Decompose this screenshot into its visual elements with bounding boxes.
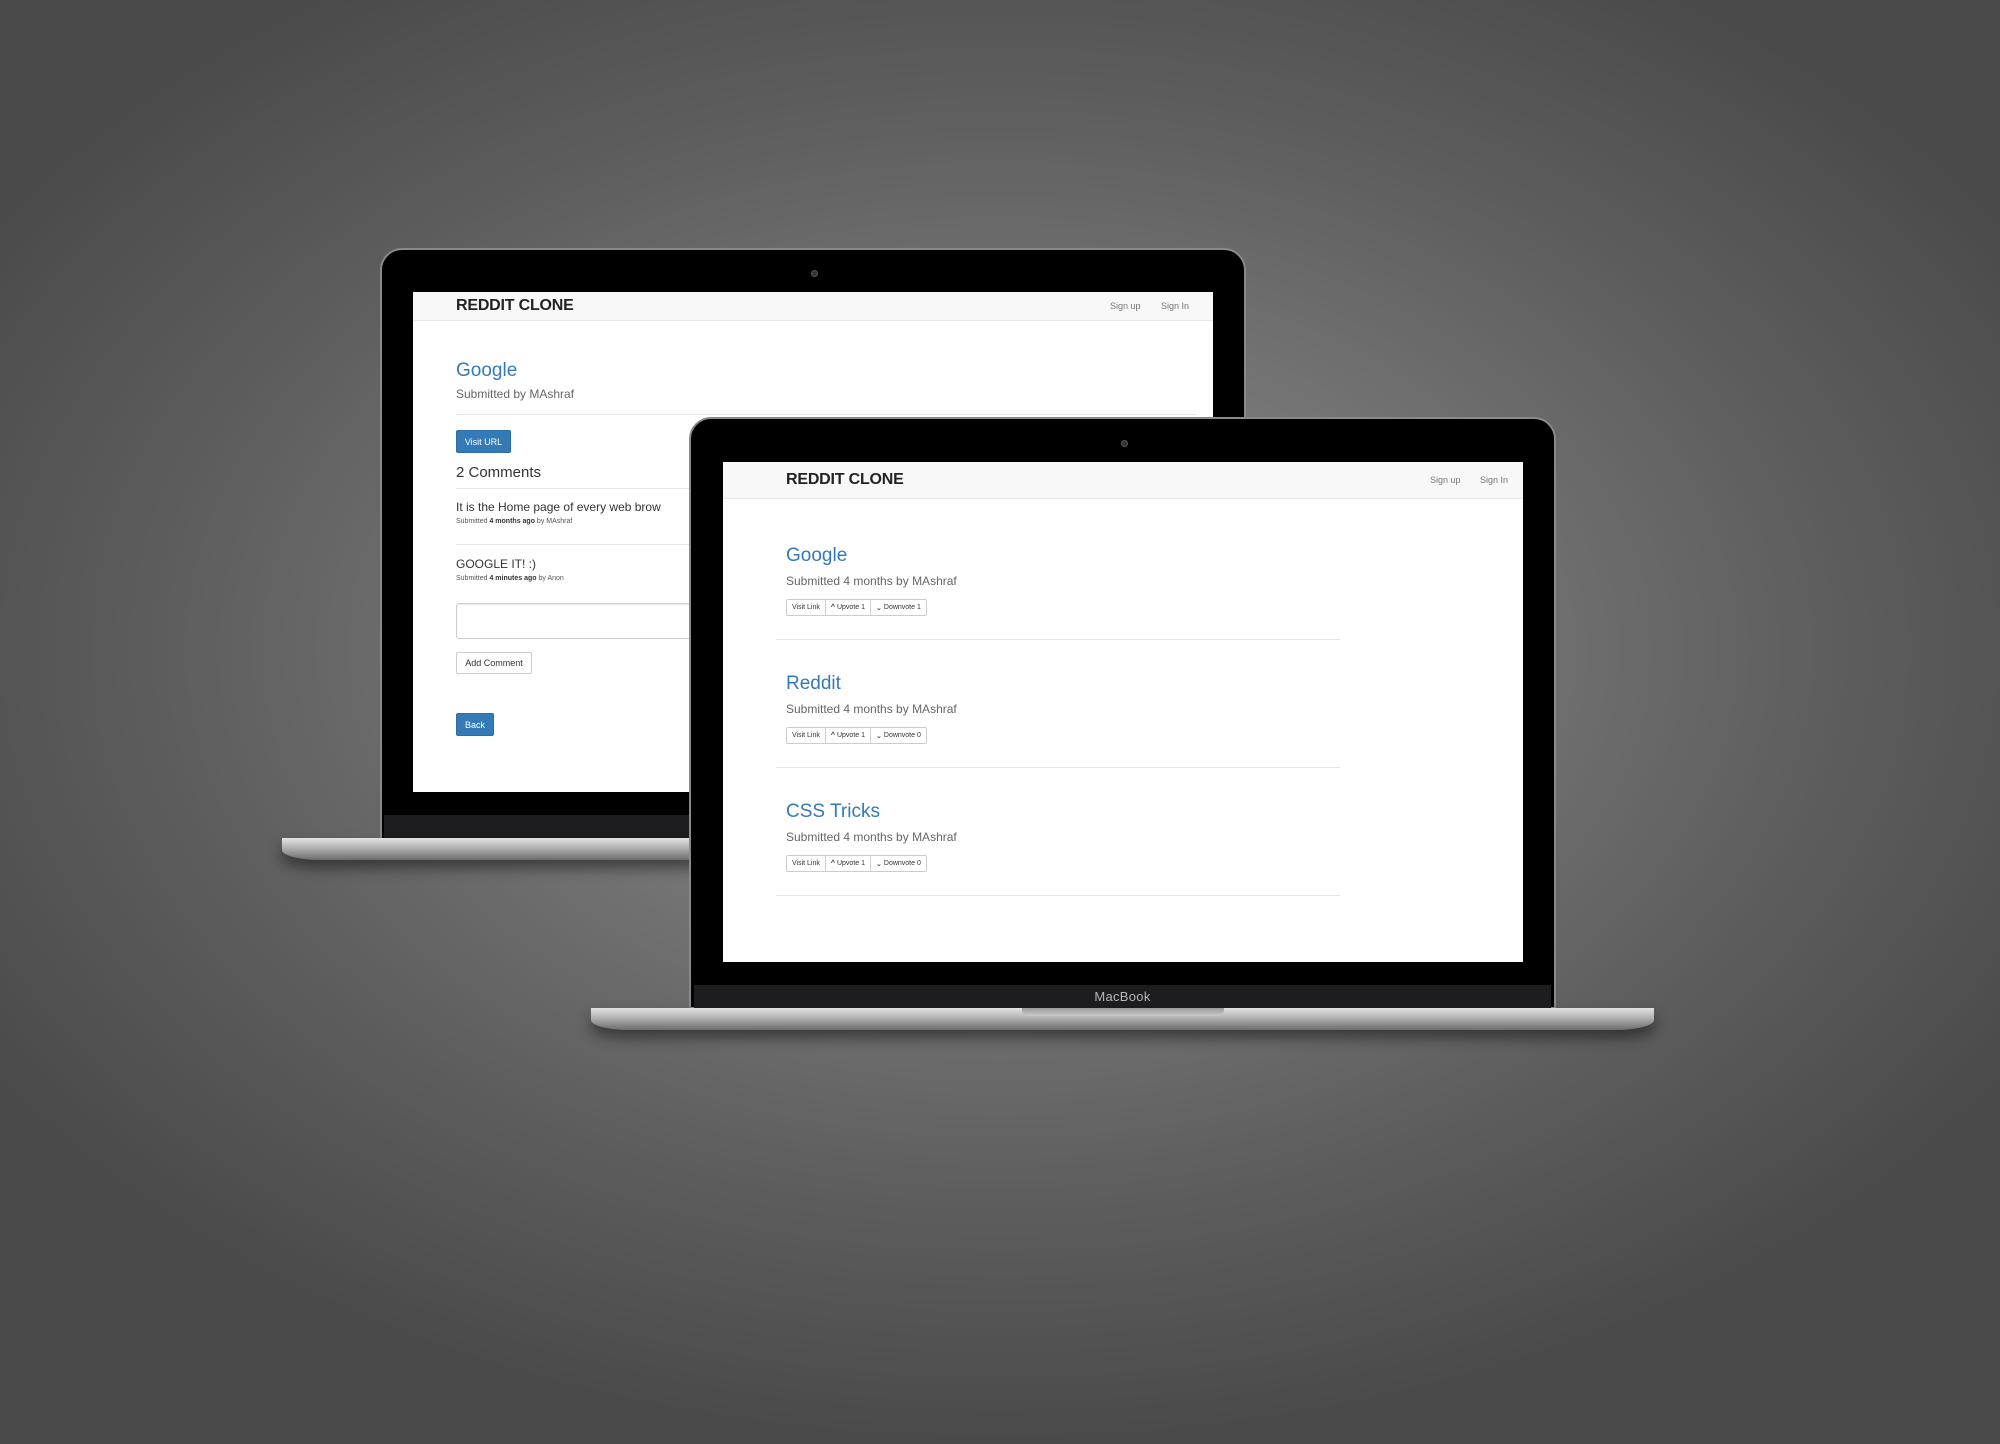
post-title[interactable]: Reddit xyxy=(786,673,841,695)
upvote-label: Upvote 1 xyxy=(836,860,866,867)
comment-meta: Submitted 4 minutes ago by Anon xyxy=(456,575,564,582)
comment-body: GOOGLE IT! :) xyxy=(456,557,537,571)
downvote-label: Downvote 1 xyxy=(883,604,921,611)
post-actions: Visit Link ^ Upvote 1 ⌄ Downvote 0 xyxy=(786,855,927,872)
downvote-button[interactable]: ⌄ Downvote 1 xyxy=(870,599,927,616)
visit-link-button[interactable]: Visit Link xyxy=(786,727,826,744)
post-divider xyxy=(776,767,1340,768)
chevron-down-icon: ⌄ xyxy=(876,732,882,740)
post-meta: Submitted 4 months by MAshraf xyxy=(786,574,957,588)
sign-up-link[interactable]: Sign up xyxy=(1110,301,1141,311)
navbar: REDDIT CLONE Sign up Sign In xyxy=(413,292,1213,321)
comments-heading: 2 Comments xyxy=(456,464,542,481)
upvote-label: Upvote 1 xyxy=(836,732,866,739)
post-meta: Submitted 4 months by MAshraf xyxy=(786,702,957,716)
front-laptop-chin: MacBook xyxy=(694,985,1551,1009)
post-title[interactable]: Google xyxy=(456,360,517,382)
chevron-up-icon: ^ xyxy=(830,604,835,611)
downvote-label: Downvote 0 xyxy=(883,732,921,739)
comment-meta: Submitted 4 months ago by MAshraf xyxy=(456,518,572,525)
post-meta: Submitted 4 months by MAshraf xyxy=(786,830,957,844)
post-title[interactable]: CSS Tricks xyxy=(786,801,880,823)
front-laptop-camera xyxy=(1121,440,1128,447)
comment-author: by MAshraf xyxy=(534,518,573,525)
back-button[interactable]: Back xyxy=(456,713,494,736)
downvote-button[interactable]: ⌄ Downvote 0 xyxy=(870,727,927,744)
comment-meta-prefix: Submitted xyxy=(456,518,490,525)
brand-logo[interactable]: REDDIT CLONE xyxy=(456,297,574,315)
upvote-button[interactable]: ^ Upvote 1 xyxy=(824,855,872,872)
navbar: REDDIT CLONE Sign up Sign In xyxy=(723,462,1523,499)
front-screen: REDDIT CLONE Sign up Sign In Google Subm… xyxy=(723,462,1523,962)
visit-link-label: Visit Link xyxy=(792,732,820,739)
comment-age: 4 minutes ago xyxy=(489,575,537,582)
sign-in-link[interactable]: Sign In xyxy=(1480,475,1508,485)
comment-age: 4 months ago xyxy=(489,518,535,525)
sign-up-link[interactable]: Sign up xyxy=(1430,475,1461,485)
comment-author: by Anon xyxy=(536,575,564,582)
sign-in-link[interactable]: Sign In xyxy=(1161,301,1189,311)
add-comment-button[interactable]: Add Comment xyxy=(456,652,532,674)
downvote-label: Downvote 0 xyxy=(883,860,921,867)
macbook-label: MacBook xyxy=(1094,989,1151,1004)
post-title[interactable]: Google xyxy=(786,545,847,567)
post-submitted-by: Submitted by MAshraf xyxy=(456,387,575,401)
visit-link-button[interactable]: Visit Link xyxy=(786,855,826,872)
comment-body: It is the Home page of every web brow xyxy=(456,500,661,514)
upvote-button[interactable]: ^ Upvote 1 xyxy=(824,599,872,616)
brand-logo[interactable]: REDDIT CLONE xyxy=(786,471,904,489)
chevron-down-icon: ⌄ xyxy=(876,860,882,868)
chevron-up-icon: ^ xyxy=(830,732,835,739)
chevron-down-icon: ⌄ xyxy=(876,604,882,612)
divider xyxy=(456,414,1196,415)
downvote-button[interactable]: ⌄ Downvote 0 xyxy=(870,855,927,872)
chevron-up-icon: ^ xyxy=(830,860,835,867)
upvote-label: Upvote 1 xyxy=(836,604,866,611)
visit-link-label: Visit Link xyxy=(792,604,820,611)
upvote-button[interactable]: ^ Upvote 1 xyxy=(824,727,872,744)
post-actions: Visit Link ^ Upvote 1 ⌄ Downvote 0 xyxy=(786,727,927,744)
post-divider xyxy=(776,639,1340,640)
visit-link-button[interactable]: Visit Link xyxy=(786,599,826,616)
front-laptop-notch xyxy=(1022,1008,1224,1016)
visit-url-button[interactable]: Visit URL xyxy=(456,430,511,453)
visit-link-label: Visit Link xyxy=(792,860,820,867)
post-actions: Visit Link ^ Upvote 1 ⌄ Downvote 1 xyxy=(786,599,927,616)
post-divider xyxy=(776,895,1340,896)
back-laptop-camera xyxy=(811,270,818,277)
comment-meta-prefix: Submitted xyxy=(456,575,490,582)
